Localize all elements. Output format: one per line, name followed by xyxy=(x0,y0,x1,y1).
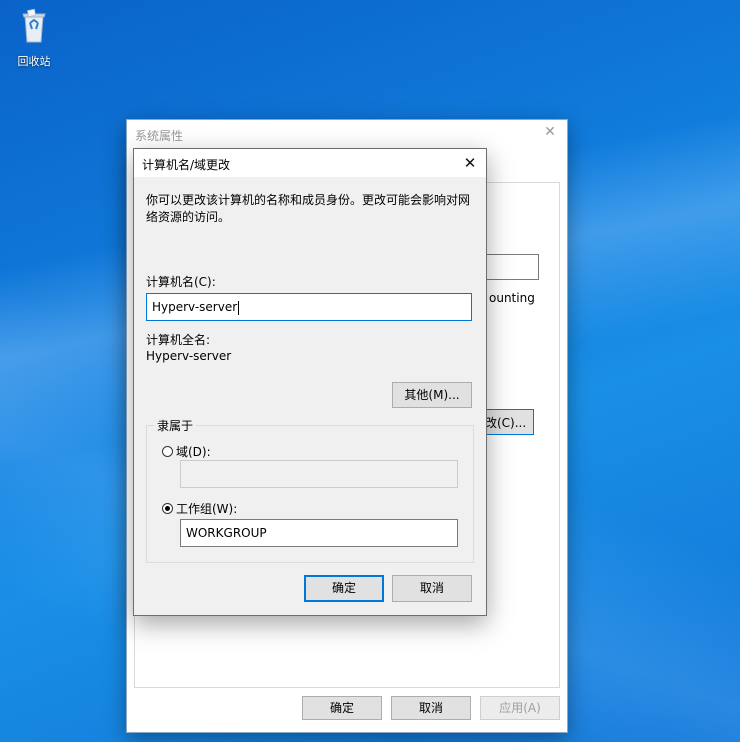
member-of-legend: 隶属于 xyxy=(154,417,197,434)
recycle-bin-shortcut[interactable]: 回收站 xyxy=(12,8,56,69)
domain-radio-button[interactable] xyxy=(162,446,173,457)
domain-input[interactable] xyxy=(180,460,458,488)
description-text: 你可以更改该计算机的名称和成员身份。更改可能会影响对网络资源的访问。 xyxy=(146,193,471,224)
change-button[interactable]: 改(C)... xyxy=(482,409,534,435)
cancel-button[interactable]: 取消 xyxy=(391,696,471,720)
computer-name-input[interactable]: Hyperv-server xyxy=(146,293,472,321)
full-name-label: 计算机全名: xyxy=(146,333,211,347)
computer-description-input[interactable] xyxy=(485,254,539,280)
dialog-title: 计算机名/域更改 xyxy=(142,158,231,172)
recycle-bin-icon xyxy=(22,8,46,43)
full-name-value: Hyperv-server xyxy=(146,349,232,363)
domain-radio[interactable]: 域(D): xyxy=(162,443,211,460)
domain-radio-label: 域(D): xyxy=(176,445,211,459)
window-title: 系统属性 xyxy=(135,129,184,143)
apply-button[interactable]: 应用(A) xyxy=(480,696,560,720)
close-icon[interactable]: ✕ xyxy=(541,123,559,141)
workgroup-radio-label: 工作组(W): xyxy=(176,502,238,516)
more-button[interactable]: 其他(M)... xyxy=(392,382,472,408)
computer-name-change-dialog: 计算机名/域更改 ✕ 你可以更改该计算机的名称和成员身份。更改可能会影响对网络资… xyxy=(133,148,487,616)
cancel-button[interactable]: 取消 xyxy=(392,575,472,602)
ok-button[interactable]: 确定 xyxy=(304,575,384,602)
workgroup-radio-button[interactable] xyxy=(162,503,173,514)
title-bar: 计算机名/域更改 ✕ xyxy=(134,149,486,177)
workgroup-input[interactable]: WORKGROUP xyxy=(180,519,458,547)
recycle-bin-label: 回收站 xyxy=(17,55,51,68)
close-icon[interactable]: ✕ xyxy=(458,152,482,174)
computer-name-label: 计算机名(C): xyxy=(146,275,216,289)
computer-name-value: Hyperv-server xyxy=(152,300,238,314)
ok-button[interactable]: 确定 xyxy=(302,696,382,720)
partial-text: ounting xyxy=(489,291,535,305)
workgroup-radio[interactable]: 工作组(W): xyxy=(162,500,237,517)
text-cursor xyxy=(238,300,240,315)
